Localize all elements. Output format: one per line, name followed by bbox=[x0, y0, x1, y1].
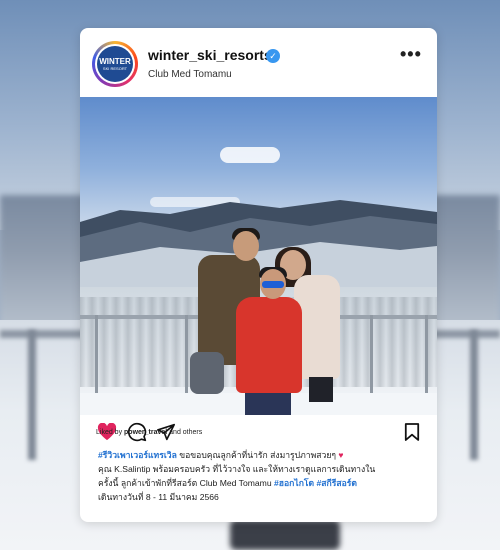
red-heart-icon: ♥ bbox=[338, 450, 344, 460]
liked-by: Liked by power_travel and others bbox=[96, 429, 203, 436]
liked-by-user[interactable]: power_travel bbox=[124, 429, 167, 436]
more-options-icon[interactable]: ••• bbox=[400, 44, 422, 65]
bookmark-icon[interactable] bbox=[401, 421, 423, 443]
instagram-post-card: WINTER SKI RESORT winter_ski_resorts ✓ C… bbox=[80, 28, 437, 522]
background-post bbox=[28, 330, 36, 460]
avatar[interactable]: WINTER SKI RESORT bbox=[92, 41, 138, 87]
verified-badge-icon: ✓ bbox=[266, 49, 280, 63]
background-shoes bbox=[230, 520, 340, 550]
hashtag[interactable]: #ฮอกไกโด bbox=[274, 478, 314, 488]
backpack bbox=[190, 352, 224, 394]
username[interactable]: winter_ski_resorts bbox=[148, 47, 272, 63]
post-header: WINTER SKI RESORT winter_ski_resorts ✓ C… bbox=[80, 28, 437, 98]
post-caption: #รีวิวเพาเวอร์แทรเวิล ขอขอบคุณลูกค้าที่น… bbox=[98, 450, 376, 502]
cloud bbox=[220, 147, 280, 163]
post-photo[interactable] bbox=[80, 97, 437, 415]
hashtag[interactable]: #รีวิวเพาเวอร์แทรเวิล bbox=[98, 450, 177, 460]
background-post bbox=[470, 330, 478, 460]
avatar-logo: WINTER SKI RESORT bbox=[97, 46, 133, 82]
child bbox=[236, 297, 302, 393]
location[interactable]: Club Med Tomamu bbox=[148, 69, 232, 80]
hashtag[interactable]: #สกีรีสอร์ต bbox=[317, 478, 357, 488]
